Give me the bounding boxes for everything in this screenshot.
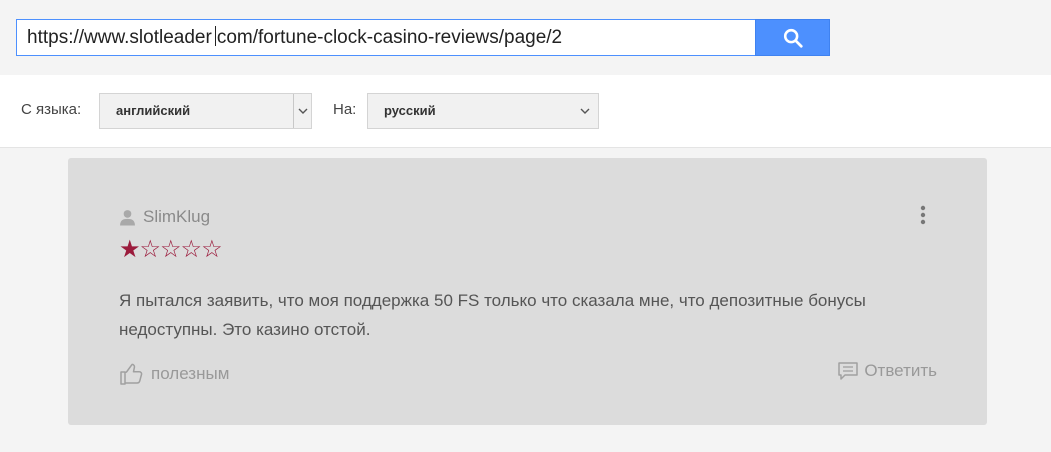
from-language-label: С языка: — [21, 101, 82, 118]
from-language-value: английский — [116, 103, 191, 118]
review-card: SlimKlug ★☆☆☆☆ Я пытался заявить, что мо… — [68, 158, 987, 425]
helpful-button[interactable]: полезным — [119, 363, 229, 385]
helpful-label: полезным — [151, 364, 230, 383]
star-empty-icon: ☆ — [201, 236, 222, 263]
search-button[interactable] — [755, 19, 830, 56]
to-language-value: русский — [384, 103, 436, 118]
star-empty-icon: ☆ — [139, 236, 161, 263]
url-text-part1: https://www.slotleader — [27, 27, 212, 48]
url-bar: https://www.slotleader com/fortune-clock-… — [0, 0, 1051, 75]
more-options-icon[interactable] — [917, 205, 929, 227]
thumbs-up-icon — [120, 363, 143, 385]
language-bar: С языка: английский На: русский — [0, 75, 1051, 148]
chevron-down-icon — [576, 94, 594, 128]
text-cursor — [214, 26, 216, 46]
username: SlimKlug — [143, 207, 211, 226]
reply-button[interactable]: Ответить — [838, 361, 937, 381]
star-empty-icon: ☆ — [160, 236, 181, 263]
url-text-part2: com/fortune-clock-casino-reviews/page/2 — [216, 27, 563, 48]
reply-label: Ответить — [864, 361, 937, 380]
comment-icon — [838, 361, 859, 380]
url-input[interactable]: https://www.slotleader com/fortune-clock-… — [16, 19, 756, 56]
user-icon — [120, 209, 135, 225]
star-rating: ★☆☆☆☆ — [119, 235, 223, 264]
search-icon — [783, 28, 803, 48]
star-filled-icon: ★ — [119, 236, 140, 263]
review-author: SlimKlug — [119, 207, 210, 227]
to-language-label: На: — [333, 101, 357, 118]
chevron-down-icon — [293, 94, 311, 128]
review-text: Я пытался заявить, что моя поддержка 50 … — [119, 291, 866, 339]
to-language-select[interactable]: русский — [367, 93, 599, 129]
star-empty-icon: ☆ — [180, 236, 202, 263]
from-language-select[interactable]: английский — [99, 93, 312, 129]
